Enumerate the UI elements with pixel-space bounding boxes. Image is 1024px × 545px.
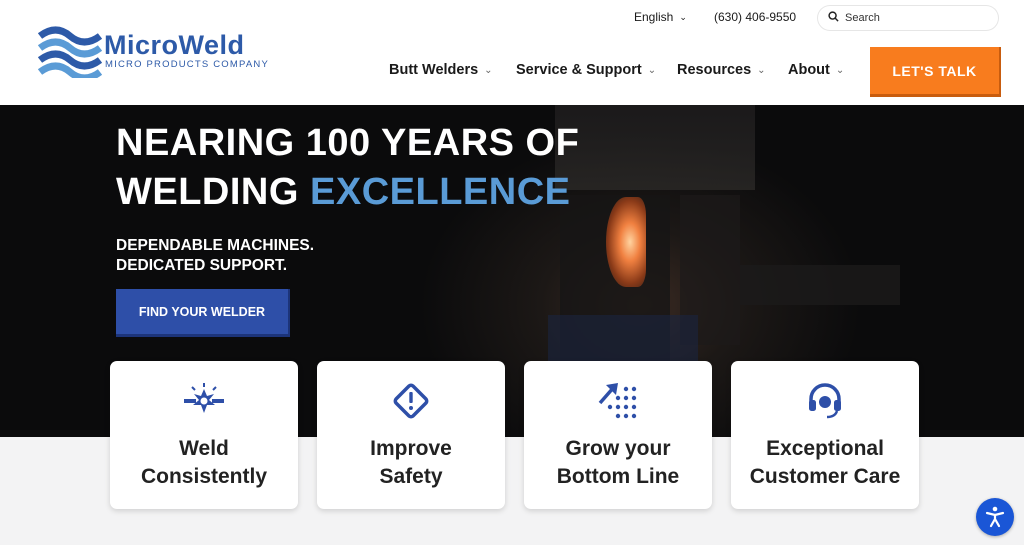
card-title: Exceptional Customer Care bbox=[731, 435, 919, 491]
search-input[interactable] bbox=[845, 12, 985, 24]
site-header: English ⌄ (630) 406-9550 MicroWeld MICRO… bbox=[0, 0, 1024, 105]
nav-label: Butt Welders bbox=[389, 62, 479, 78]
hero-headline-line1: NEARING 100 YEARS OF bbox=[116, 122, 580, 164]
nav-label: About bbox=[788, 62, 830, 78]
feature-card-bottom-line[interactable]: Grow your Bottom Line bbox=[524, 361, 712, 509]
chevron-down-icon: ⌄ bbox=[647, 64, 657, 76]
card-title-line2: Safety bbox=[379, 465, 443, 488]
feature-card-weld[interactable]: Weld Consistently bbox=[110, 361, 298, 509]
card-icon-wrap bbox=[731, 381, 919, 425]
card-title-line2: Customer Care bbox=[749, 465, 901, 488]
headset-icon bbox=[809, 383, 841, 419]
card-title-line2: Bottom Line bbox=[556, 465, 680, 488]
hero-machine-shape bbox=[740, 265, 900, 305]
accessibility-icon bbox=[985, 506, 1005, 528]
card-title: Improve Safety bbox=[317, 435, 505, 491]
headline-accent: EXCELLENCE bbox=[310, 171, 571, 213]
logo-wordmark: MicroWeld bbox=[104, 30, 245, 60]
card-title: Weld Consistently bbox=[110, 435, 298, 491]
logo-subtitle: MICRO PRODUCTS COMPANY bbox=[105, 59, 269, 70]
headline-plain: WELDING bbox=[116, 171, 299, 213]
card-icon-wrap bbox=[110, 381, 298, 425]
nav-label: Resources bbox=[677, 62, 752, 78]
warning-diamond-icon bbox=[393, 383, 429, 419]
card-icon-wrap bbox=[317, 381, 505, 425]
phone-link[interactable]: (630) 406-9550 bbox=[714, 10, 796, 24]
card-title-line1: Exceptional bbox=[766, 437, 884, 460]
accessibility-button[interactable] bbox=[976, 498, 1014, 536]
card-title-line1: Weld bbox=[179, 437, 229, 460]
find-your-welder-button[interactable]: FIND YOUR WELDER bbox=[116, 289, 290, 337]
nav-item-butt-welders[interactable]: Butt Welders ⌄ bbox=[389, 62, 493, 78]
card-title-line1: Improve bbox=[370, 437, 452, 460]
nav-item-resources[interactable]: Resources ⌄ bbox=[677, 62, 766, 78]
nav-label: Service & Support bbox=[516, 62, 642, 78]
search-box[interactable] bbox=[818, 6, 998, 30]
chevron-down-icon: ⌄ bbox=[679, 11, 687, 22]
tagline-line2: DEDICATED SUPPORT. bbox=[116, 257, 288, 274]
chevron-down-icon: ⌄ bbox=[835, 64, 845, 76]
hero-tagline: DEPENDABLE MACHINES. DEDICATED SUPPORT. bbox=[116, 236, 314, 276]
weld-spark-icon bbox=[184, 383, 224, 413]
hero-headline-line2: WELDING EXCELLENCE bbox=[116, 171, 570, 214]
language-selector[interactable]: English ⌄ bbox=[634, 10, 687, 24]
growth-arrow-icon bbox=[598, 383, 637, 419]
nav-item-about[interactable]: About ⌄ bbox=[788, 62, 844, 78]
card-title-line2: Consistently bbox=[140, 465, 268, 488]
weld-glow bbox=[606, 197, 646, 287]
search-icon bbox=[828, 9, 839, 27]
logo-mark-icon bbox=[37, 26, 103, 82]
card-icon-wrap bbox=[524, 381, 712, 425]
feature-card-customer-care[interactable]: Exceptional Customer Care bbox=[731, 361, 919, 509]
chevron-down-icon: ⌄ bbox=[757, 64, 766, 76]
tagline-line1: DEPENDABLE MACHINES. bbox=[116, 237, 315, 254]
chevron-down-icon: ⌄ bbox=[484, 64, 493, 76]
card-title: Grow your Bottom Line bbox=[524, 435, 712, 491]
language-label: English bbox=[634, 10, 674, 24]
card-title-line1: Grow your bbox=[565, 437, 671, 460]
feature-card-safety[interactable]: Improve Safety bbox=[317, 361, 505, 509]
lets-talk-button[interactable]: LET'S TALK bbox=[870, 47, 1001, 97]
hero-background-image bbox=[555, 105, 755, 190]
nav-item-service-support[interactable]: Service & Support ⌄ bbox=[516, 62, 656, 78]
